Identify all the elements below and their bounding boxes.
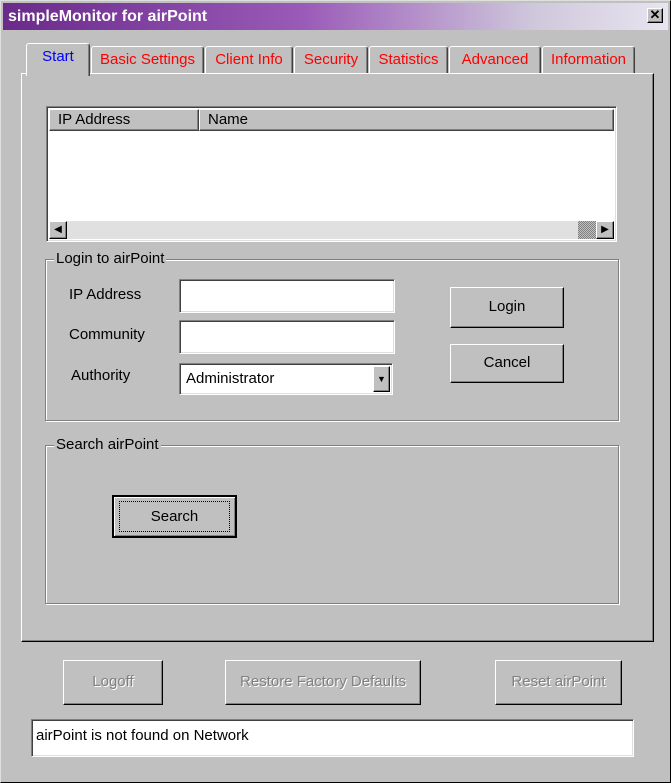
community-field[interactable] <box>179 320 395 354</box>
login-button[interactable]: Login <box>450 287 564 328</box>
column-header-ip-address[interactable]: IP Address <box>49 109 199 131</box>
title-bar[interactable]: simpleMonitor for airPoint ✕ <box>3 3 668 30</box>
reset-airpoint-button[interactable]: Reset airPoint <box>495 660 622 705</box>
scroll-right-icon[interactable]: ▶ <box>596 221 614 239</box>
restore-factory-defaults-button[interactable]: Restore Factory Defaults <box>225 660 421 705</box>
window-title: simpleMonitor for airPoint <box>8 8 208 25</box>
device-list[interactable]: IP Address Name ◀ ▶ <box>46 106 617 242</box>
chevron-down-icon[interactable]: ▼ <box>373 366 390 392</box>
close-icon[interactable]: ✕ <box>647 8 663 23</box>
tab-advanced[interactable]: Advanced <box>449 46 541 74</box>
login-group-title: Login to airPoint <box>54 249 167 269</box>
focus-ring <box>119 501 230 532</box>
ip-address-label: IP Address <box>69 286 142 303</box>
tab-information[interactable]: Information <box>542 46 635 74</box>
horizontal-scrollbar[interactable]: ◀ ▶ <box>49 221 614 239</box>
tab-statistics[interactable]: Statistics <box>369 46 448 74</box>
ip-address-field[interactable] <box>179 279 395 313</box>
column-header-name[interactable]: Name <box>199 109 614 131</box>
authority-select[interactable]: Administrator ▼ <box>179 363 393 395</box>
app-window: simpleMonitor for airPoint ✕ Start Basic… <box>0 0 671 783</box>
tab-client-info[interactable]: Client Info <box>205 46 293 74</box>
authority-value: Administrator <box>186 370 275 387</box>
tab-start[interactable]: Start <box>26 43 90 76</box>
search-group-title: Search airPoint <box>54 435 161 455</box>
scroll-thumb[interactable] <box>578 221 596 239</box>
logoff-button[interactable]: Logoff <box>63 660 163 705</box>
scroll-left-icon[interactable]: ◀ <box>49 221 67 239</box>
cancel-button[interactable]: Cancel <box>450 344 564 383</box>
status-bar: airPoint is not found on Network <box>31 719 634 757</box>
tab-security[interactable]: Security <box>294 46 368 74</box>
community-label: Community <box>69 326 145 343</box>
search-button[interactable]: Search <box>112 495 237 538</box>
tab-basic-settings[interactable]: Basic Settings <box>91 46 204 74</box>
authority-label: Authority <box>71 367 131 384</box>
